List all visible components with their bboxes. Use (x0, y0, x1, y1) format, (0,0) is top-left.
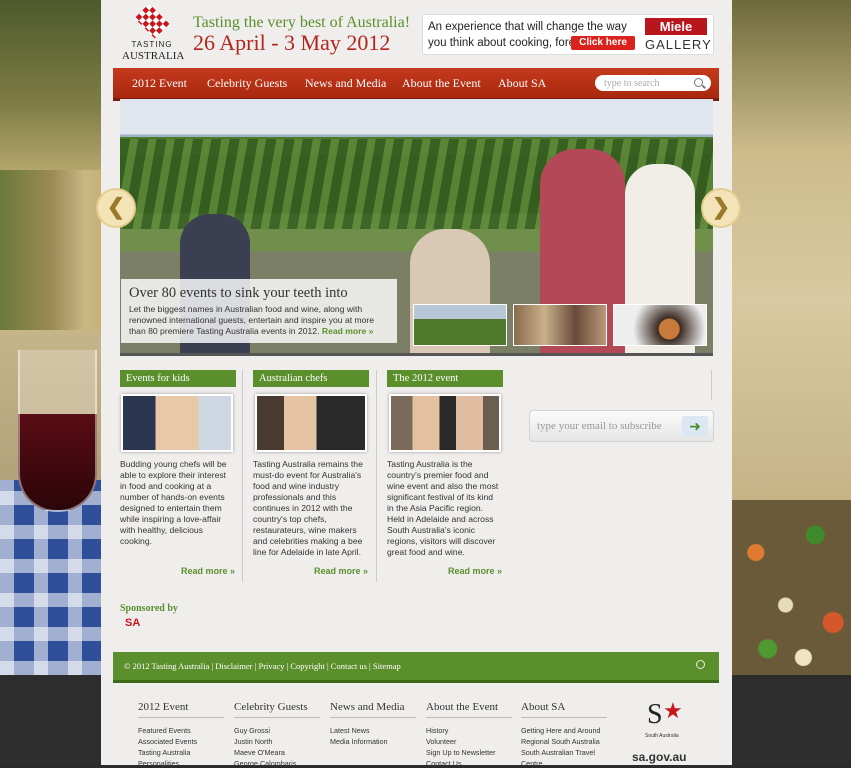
footer-link[interactable]: Featured Events (138, 726, 191, 735)
column-heading-kids[interactable]: Events for kids (120, 370, 236, 387)
nav-item-about-sa[interactable]: About SA (498, 76, 546, 91)
footer-col-heading-about-sa[interactable]: About SA (521, 701, 607, 718)
footer-links[interactable]: © 2012 Tasting Australia | Disclaimer | … (124, 661, 401, 671)
footer-link[interactable]: Justin North (234, 737, 272, 746)
event-dates: 26 April - 3 May 2012 (193, 30, 391, 55)
footer-bar: © 2012 Tasting Australia | Disclaimer | … (113, 652, 719, 683)
column-heading-2012-event[interactable]: The 2012 event (387, 370, 503, 387)
column-heading-chefs[interactable]: Australian chefs (253, 370, 369, 387)
search-placeholder: type to search (604, 78, 660, 89)
footer-col-heading-news-media[interactable]: News and Media (330, 701, 416, 718)
column-read-more-kids[interactable]: Read more » (181, 566, 235, 576)
footer-col-heading-celebrity-guests[interactable]: Celebrity Guests (234, 701, 320, 718)
footer-search-icon[interactable] (696, 660, 705, 669)
footer-link[interactable]: Maeve O'Meara (234, 748, 285, 757)
footer-link[interactable]: Media Information (330, 737, 388, 746)
footer-link[interactable]: George Calombaris (234, 759, 296, 768)
slide-thumbnail-3[interactable] (613, 304, 707, 346)
column-image-chefs[interactable] (255, 394, 367, 452)
column-divider (376, 370, 377, 582)
sa-gov-link[interactable]: sa.gov.au (632, 750, 686, 764)
column-text-chefs: Tasting Australia remains the must-do ev… (253, 459, 363, 557)
slide-thumbnail-2[interactable] (513, 304, 607, 346)
footer-link[interactable]: Tasting Australia (138, 748, 190, 757)
footer-link[interactable]: History (426, 726, 448, 735)
logo-line2: AUSTRALIA (122, 50, 185, 62)
nav-item-about-event[interactable]: About the Event (402, 76, 481, 91)
footer-link[interactable]: Volunteer (426, 737, 456, 746)
background-wine-glass (18, 350, 97, 512)
logo-line1: TASTING (131, 40, 173, 49)
nav-item-2012-event[interactable]: 2012 Event (132, 76, 187, 91)
column-text-kids: Budding young chefs will be able to expl… (120, 459, 227, 546)
hero-read-more-link[interactable]: Read more » (322, 326, 374, 336)
column-read-more-chefs[interactable]: Read more » (314, 566, 368, 576)
south-australia-logo[interactable]: S ★ South Australia (645, 698, 685, 742)
footer-link[interactable]: Centre (521, 759, 543, 768)
slide-thumbnail-1[interactable] (413, 304, 507, 346)
slideshow-next-arrow[interactable]: ❯ (701, 188, 741, 228)
footer-link[interactable]: Getting Here and Around (521, 726, 601, 735)
footer-link[interactable]: Personalities (138, 759, 179, 768)
logo-checker-icon (134, 3, 170, 39)
sidebar-divider (711, 370, 712, 400)
tasting-australia-logo[interactable]: TASTING AUSTRALIA (122, 3, 185, 62)
column-read-more-2012-event[interactable]: Read more » (448, 566, 502, 576)
ad-click-here-button[interactable]: Click here (571, 36, 635, 50)
hero-heading: Over 80 events to sink your teeth into (129, 285, 348, 301)
nav-item-celebrity-guests[interactable]: Celebrity Guests (207, 76, 287, 91)
footer-col-heading-about-event[interactable]: About the Event (426, 701, 512, 718)
search-input[interactable]: type to search (595, 75, 711, 91)
footer-link[interactable]: Sign Up to Newsletter (426, 748, 496, 757)
newsletter-subscribe-field[interactable]: type your email to subscribe ➜ (529, 410, 714, 442)
nav-item-news-media[interactable]: News and Media (305, 76, 386, 91)
search-icon[interactable] (694, 78, 703, 87)
sa-logo-subtitle: South Australia (645, 733, 679, 739)
footer-link[interactable]: Associated Events (138, 737, 197, 746)
background-tree-right (732, 0, 851, 500)
sponsored-by-label: Sponsored by (120, 603, 178, 614)
column-image-2012-event[interactable] (389, 394, 501, 452)
footer-link[interactable]: Regional South Australia (521, 737, 600, 746)
column-divider (242, 370, 243, 582)
sa-star-icon: ★ (663, 698, 683, 723)
miele-ad-banner[interactable]: An experience that will change the way y… (422, 14, 714, 55)
column-image-kids[interactable] (121, 394, 233, 452)
footer-link[interactable]: Contact Us (426, 759, 462, 768)
footer-link[interactable]: South Australian Travel (521, 748, 595, 757)
miele-gallery-label: GALLERY (645, 37, 712, 52)
footer-link[interactable]: Latest News (330, 726, 370, 735)
miele-logo: Miele (645, 18, 707, 35)
sponsor-sa-logo[interactable]: SA (125, 617, 177, 631)
sponsor-logo-text: SA (125, 617, 141, 629)
subscribe-placeholder: type your email to subscribe (537, 420, 662, 432)
footer-col-heading-2012-event[interactable]: 2012 Event (138, 701, 224, 718)
subscribe-submit-icon[interactable]: ➜ (682, 416, 708, 436)
sa-logo-letter: S (647, 699, 663, 730)
hero-body: Let the biggest names in Australian food… (129, 304, 391, 337)
background-vegetables (732, 500, 851, 675)
footer-link[interactable]: Guy Grossi (234, 726, 270, 735)
slideshow-prev-arrow[interactable]: ❮ (96, 188, 136, 228)
column-text-2012-event: Tasting Australia is the country's premi… (387, 459, 499, 557)
hero-caption: Over 80 events to sink your teeth into L… (121, 279, 397, 343)
background-trees (0, 0, 101, 170)
